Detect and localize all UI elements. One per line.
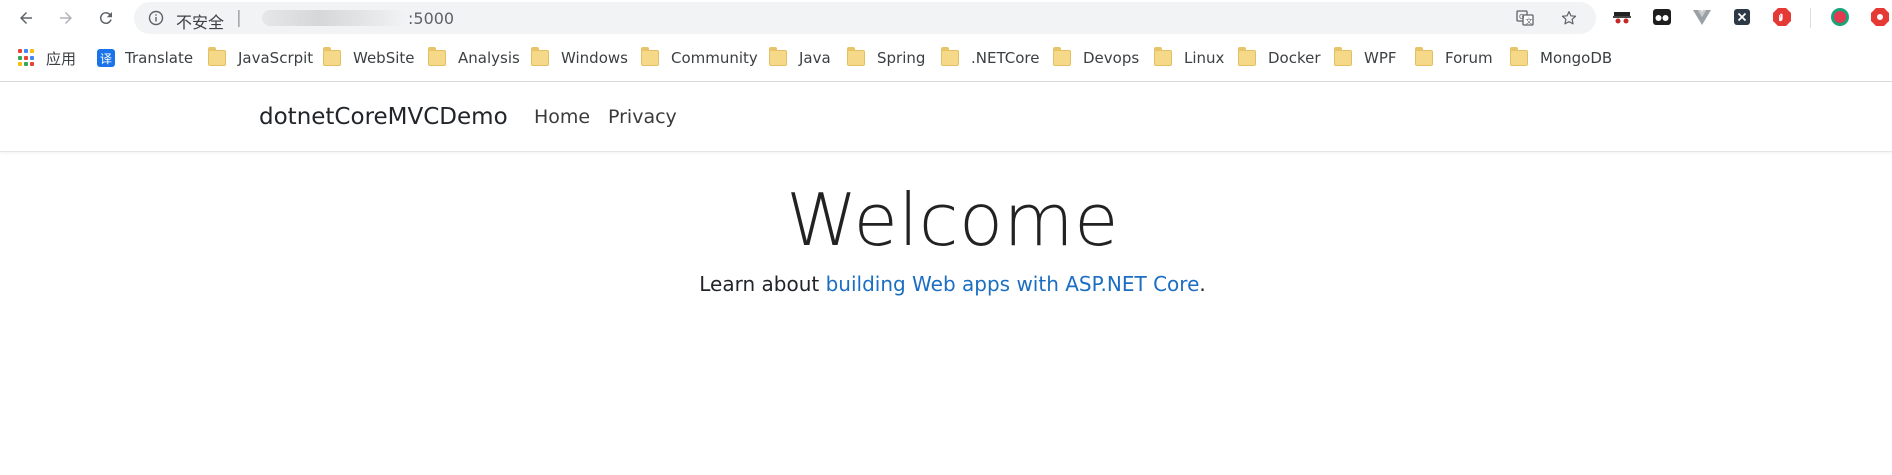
folder-icon xyxy=(1334,47,1352,66)
apps-grid-icon xyxy=(18,49,36,67)
svg-text:G: G xyxy=(1519,13,1524,21)
bookmark-label: Community xyxy=(671,49,758,67)
info-icon[interactable] xyxy=(148,10,164,26)
svg-text:文: 文 xyxy=(1526,17,1533,26)
bookmark-apps[interactable]: 应用 xyxy=(18,47,76,69)
bookmark-label: MongoDB xyxy=(1540,49,1613,67)
folder-icon xyxy=(1053,47,1071,66)
folder-icon xyxy=(208,47,226,66)
site-navbar: dotnetCoreMVCDemo Home Privacy xyxy=(0,82,1892,152)
lead-suffix: . xyxy=(1199,272,1206,296)
folder-icon xyxy=(1510,47,1528,66)
folder-icon xyxy=(1238,47,1256,66)
bookmark-folder-mongodb[interactable]: MongoDB xyxy=(1510,47,1612,69)
folder-icon xyxy=(1415,47,1433,66)
bookmark-label: Forum xyxy=(1445,49,1493,67)
folder-icon xyxy=(641,47,659,66)
folder-icon xyxy=(1154,47,1172,66)
nav-link-privacy[interactable]: Privacy xyxy=(608,106,677,128)
bookmark-folder-forum[interactable]: Forum xyxy=(1415,47,1493,69)
bookmark-label: Analysis xyxy=(458,49,520,67)
bookmark-folder-javascrpit[interactable]: JavaScrpit xyxy=(208,47,313,69)
extensions-divider xyxy=(1810,8,1811,28)
folder-icon xyxy=(847,47,865,66)
bookmark-label: Spring xyxy=(877,49,926,67)
security-label[interactable]: 不安全 xyxy=(176,9,224,33)
folder-icon xyxy=(428,47,446,66)
back-button[interactable] xyxy=(14,6,38,30)
bookmark-label: Translate xyxy=(125,49,194,67)
bookmark-label: 应用 xyxy=(46,49,77,68)
bookmark-folder-windows[interactable]: Windows xyxy=(531,47,628,69)
adblock-ext-icon[interactable] xyxy=(1772,7,1792,27)
bookmark-label: Devops xyxy=(1083,49,1140,67)
omnibox-separator: | xyxy=(236,8,242,28)
bookmark-label: Linux xyxy=(1184,49,1225,67)
back-arrow-icon xyxy=(20,12,32,24)
url-text[interactable]: :5000 xyxy=(262,9,454,28)
translate-icon: 译 xyxy=(97,49,115,67)
bookmark-folder-website[interactable]: WebSite xyxy=(323,47,415,69)
bookmark-folder-docker[interactable]: Docker xyxy=(1238,47,1321,69)
reload-icon xyxy=(99,12,112,25)
bookmark-folder-wpf[interactable]: WPF xyxy=(1334,47,1397,69)
bookmarks-bar: 应用 译 Translate JavaScrpit WebSite Analys… xyxy=(0,42,1892,74)
bookmark-label: .NETCore xyxy=(971,49,1040,67)
bookmark-label: Windows xyxy=(561,49,628,67)
address-bar[interactable]: 不安全 | :5000 G 文 xyxy=(134,2,1596,34)
nav-link-home[interactable]: Home xyxy=(534,106,590,128)
bookmark-label: WebSite xyxy=(353,49,415,67)
star-icon[interactable] xyxy=(1560,9,1578,27)
reload-button[interactable] xyxy=(94,6,118,30)
bookmark-folder-analysis[interactable]: Analysis xyxy=(428,47,520,69)
bookmark-label: Docker xyxy=(1268,49,1321,67)
docs-link[interactable]: building Web apps with ASP.NET Core xyxy=(826,272,1200,296)
folder-icon xyxy=(769,47,787,66)
bookmark-translate[interactable]: 译 Translate xyxy=(97,47,193,69)
bookmark-label: WPF xyxy=(1364,49,1397,67)
lead-paragraph: Learn about building Web apps with ASP.N… xyxy=(0,272,1892,296)
site-brand-link[interactable]: dotnetCoreMVCDemo xyxy=(259,104,508,130)
url-port: :5000 xyxy=(408,9,455,28)
incognito-ext-icon[interactable] xyxy=(1612,7,1632,27)
lead-prefix: Learn about xyxy=(699,272,826,296)
forward-arrow-icon xyxy=(60,12,72,24)
bookmark-folder-linux[interactable]: Linux xyxy=(1154,47,1224,69)
bookmark-label: JavaScrpit xyxy=(238,49,314,67)
bookmark-folder-netcore[interactable]: .NETCore xyxy=(941,47,1039,69)
bookmark-folder-community[interactable]: Community xyxy=(641,47,758,69)
glasses-ext-icon[interactable] xyxy=(1652,7,1672,27)
browser-toolbar: 不安全 | :5000 G 文 xyxy=(0,0,1892,36)
folder-icon xyxy=(941,47,959,66)
bookmark-folder-devops[interactable]: Devops xyxy=(1053,47,1139,69)
bookmark-folder-java[interactable]: Java xyxy=(769,47,831,69)
bookmark-label: Java xyxy=(799,49,831,67)
folder-icon xyxy=(531,47,549,66)
blurred-host xyxy=(262,10,406,26)
stop-ext-icon[interactable] xyxy=(1870,7,1890,27)
translate-page-icon[interactable]: G 文 xyxy=(1516,9,1534,27)
bookmark-folder-spring[interactable]: Spring xyxy=(847,47,925,69)
x-ext-icon[interactable] xyxy=(1732,7,1752,27)
folder-icon xyxy=(323,47,341,66)
forward-button[interactable] xyxy=(54,6,78,30)
vue-ext-icon[interactable] xyxy=(1692,7,1712,27)
page-title: Welcome xyxy=(786,178,1119,262)
profile-ext-icon[interactable] xyxy=(1830,7,1850,27)
